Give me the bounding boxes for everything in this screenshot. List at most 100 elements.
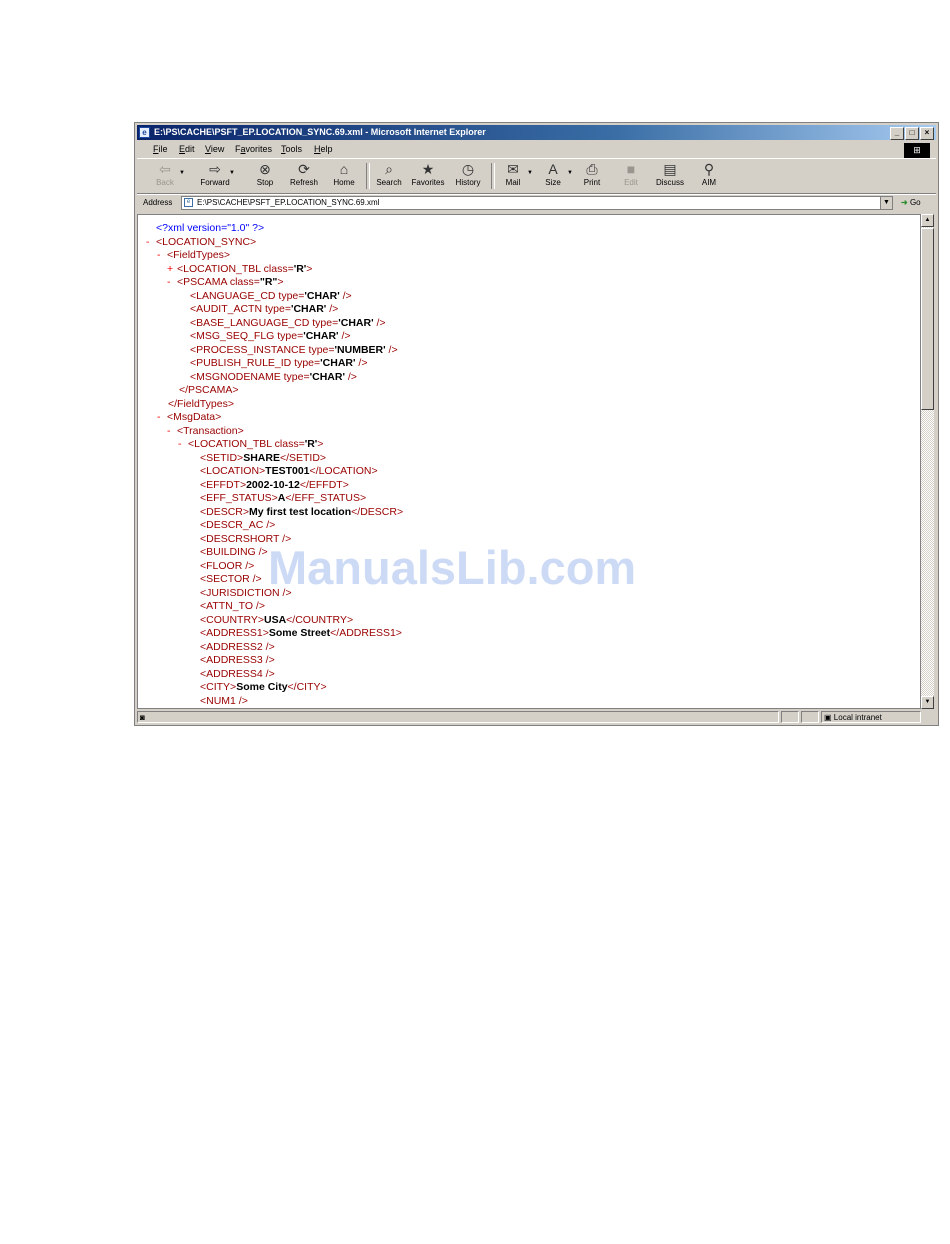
collapse-toggle[interactable]: - (146, 236, 156, 250)
xml-node-location-tbl-collapsed: + <LOCATION_TBL class='R'> (167, 262, 313, 277)
xml-node-location-sync: - <LOCATION_SYNC> (146, 235, 257, 250)
mail-button[interactable]: ✉ Mail ▼ (493, 161, 533, 193)
xml-declaration: <?xml version="1.0" ?> (156, 222, 265, 234)
chevron-down-icon: ▼ (229, 170, 235, 176)
scroll-up-button[interactable]: ▲ (921, 214, 934, 227)
expand-toggle[interactable]: + (167, 263, 177, 277)
maximize-button[interactable]: □ (905, 127, 919, 140)
address-label: Address (143, 198, 173, 207)
address-bar: Address e E:\PS\CACHE\PSFT_EP.LOCATION_S… (137, 194, 936, 212)
menu-bar: File Edit View Favorites Tools Help ⊞ (137, 142, 936, 159)
xml-row: <NUM1 /> (200, 694, 248, 707)
xml-row: <CITY>Some City</CITY> (200, 681, 327, 693)
ie-page-icon: e (139, 127, 150, 138)
xml-row: <DESCR>My first test location</DESCR> (200, 505, 404, 518)
go-button[interactable]: ➜ Go (901, 198, 921, 207)
xml-row: <COUNTRY>USA</COUNTRY> (200, 613, 354, 626)
xml-field-line: <MSGNODENAME type='CHAR' /> (190, 370, 357, 383)
xml-row: <EFFDT>2002-10-12</EFFDT> (200, 478, 349, 491)
title-bar[interactable]: e E:\PS\CACHE\PSFT_EP.LOCATION_SYNC.69.x… (137, 125, 936, 140)
favorites-button[interactable]: ★ Favorites (408, 161, 448, 193)
aim-running-man-icon: ⚲ (703, 161, 715, 177)
go-arrow-icon: ➜ (901, 198, 908, 207)
xml-node-fieldtypes: - <FieldTypes> (157, 249, 231, 263)
refresh-button[interactable]: ⟳ Refresh (284, 161, 324, 193)
xml-file-icon: e (184, 198, 193, 207)
menu-edit[interactable]: Edit (179, 144, 195, 154)
search-button[interactable]: ⌕ Search (369, 161, 409, 193)
xml-viewer[interactable]: <?xml version="1.0" ?> - <LOCATION_SYNC> … (137, 214, 921, 709)
xml-node-msgdata: - <MsgData> (157, 411, 222, 425)
xml-row: <ADDRESS2 /> (200, 640, 275, 653)
xml-row: <DESCR_AC /> (200, 519, 276, 531)
xml-node-location-tbl: - <LOCATION_TBL class='R'> (178, 438, 324, 452)
discuss-icon: ▤ (663, 161, 677, 177)
menu-tools[interactable]: Tools (281, 144, 302, 154)
address-dropdown-button[interactable]: ▼ (880, 197, 892, 209)
toolbar: ⇦ Back ▼ ⇨ Forward ▼ ⊗ Stop ⟳ Refresh ⌂ … (137, 160, 936, 194)
scroll-thumb[interactable] (921, 228, 934, 410)
xml-row: <LOCATION>TEST001</LOCATION> (200, 465, 378, 477)
xml-field-line: <AUDIT_ACTN type='CHAR' /> (190, 303, 339, 315)
status-bar: ◙ ▣ Local intranet (137, 711, 936, 724)
xml-row: <SETID>SHARE</SETID> (200, 451, 327, 464)
xml-field-line: <PROCESS_INSTANCE type='NUMBER' /> (190, 343, 398, 356)
intranet-zone-icon: ▣ (824, 713, 832, 722)
xml-close-fieldtypes: </FieldTypes> (168, 397, 234, 410)
size-button[interactable]: A Size ▼ (533, 161, 573, 193)
xml-row: <ADDRESS4 /> (200, 667, 275, 680)
xml-row: <ATTN_TO /> (200, 600, 265, 612)
xml-node-transaction: - <Transaction> (167, 424, 244, 439)
xml-field-line: <BASE_LANGUAGE_CD type='CHAR' /> (190, 316, 386, 329)
back-button[interactable]: ⇦ Back ▼ (145, 161, 185, 193)
close-button[interactable]: × (920, 127, 934, 140)
scroll-down-button[interactable]: ▼ (921, 696, 934, 709)
xml-field-line: <LANGUAGE_CD type='CHAR' /> (190, 289, 352, 302)
aim-button[interactable]: ⚲ AIM (689, 161, 729, 193)
collapse-toggle[interactable]: - (178, 438, 188, 452)
status-zone: ▣ Local intranet (821, 711, 921, 723)
xml-field-line: <MSG_SEQ_FLG type='CHAR' /> (190, 330, 351, 342)
favorites-folder-icon: ★ (421, 161, 435, 177)
discuss-button[interactable]: ▤ Discuss (650, 161, 690, 193)
status-cell (801, 711, 819, 723)
vertical-scrollbar[interactable]: ▲ ▼ (921, 214, 934, 709)
edit-button[interactable]: ■ Edit (611, 161, 651, 193)
menu-favorites[interactable]: Favorites (235, 144, 272, 154)
collapse-toggle[interactable]: - (167, 425, 177, 439)
xml-close-pscama: </PSCAMA> (179, 384, 239, 396)
collapse-toggle[interactable]: - (157, 411, 167, 425)
print-button[interactable]: ⎙ Print (572, 161, 612, 193)
page-status-icon: ◙ (140, 713, 145, 722)
xml-row: <ADDRESS1>Some Street</ADDRESS1> (200, 627, 402, 639)
collapse-toggle[interactable]: - (157, 249, 167, 263)
stop-icon: ⊗ (259, 161, 271, 177)
menu-view[interactable]: View (205, 144, 224, 154)
minimize-button[interactable]: _ (890, 127, 904, 140)
refresh-icon: ⟳ (298, 161, 310, 177)
status-main: ◙ (137, 711, 779, 723)
forward-button[interactable]: ⇨ Forward ▼ (195, 161, 235, 193)
stop-button[interactable]: ⊗ Stop (245, 161, 285, 193)
address-value: E:\PS\CACHE\PSFT_EP.LOCATION_SYNC.69.xml (197, 198, 380, 207)
windows-logo-icon: ⊞ (904, 143, 930, 158)
address-input[interactable]: e E:\PS\CACHE\PSFT_EP.LOCATION_SYNC.69.x… (181, 196, 893, 210)
chevron-down-icon: ▼ (179, 170, 185, 176)
printer-icon: ⎙ (586, 161, 598, 177)
watermark: ManualsLib.com (268, 541, 637, 594)
search-icon: ⌕ (385, 161, 393, 177)
home-icon: ⌂ (339, 161, 349, 177)
xml-field-line: <PUBLISH_RULE_ID type='CHAR' /> (190, 357, 368, 369)
xml-node-pscama: - <PSCAMA class="R"> (167, 276, 284, 290)
edit-icon: ■ (626, 161, 636, 177)
history-icon: ◷ (461, 161, 475, 177)
home-button[interactable]: ⌂ Home (324, 161, 364, 193)
menu-help[interactable]: Help (314, 144, 333, 154)
menu-file[interactable]: File (153, 144, 168, 154)
window-controls: _ □ × (889, 127, 934, 140)
collapse-toggle[interactable]: - (167, 276, 177, 290)
xml-row: <ADDRESS3 /> (200, 654, 275, 666)
window-title: E:\PS\CACHE\PSFT_EP.LOCATION_SYNC.69.xml… (154, 127, 486, 137)
xml-row: <EFF_STATUS>A</EFF_STATUS> (200, 492, 367, 504)
history-button[interactable]: ◷ History (448, 161, 488, 193)
